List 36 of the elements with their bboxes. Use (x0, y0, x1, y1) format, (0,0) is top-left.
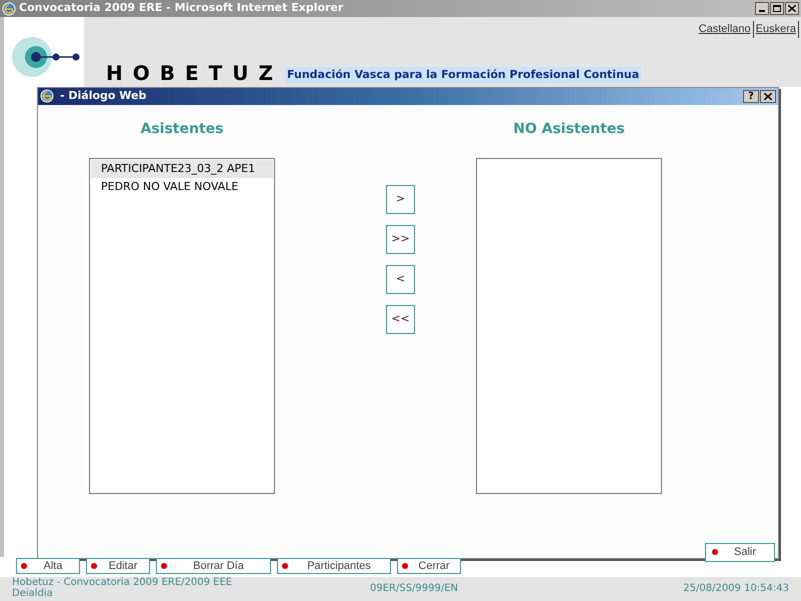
bullet-icon (91, 563, 97, 569)
close-button[interactable] (760, 90, 776, 103)
move-button[interactable]: < (386, 264, 415, 294)
dialog-title: - Diálogo Web (60, 88, 146, 104)
list-heading: NO Asistentes (513, 120, 625, 138)
toolbar-button[interactable]: Editar (86, 558, 150, 574)
move-button[interactable]: > (386, 184, 415, 214)
bullet-icon (282, 563, 288, 569)
maximize-button[interactable] (770, 2, 784, 15)
close-icon (788, 5, 796, 12)
close-icon (764, 92, 772, 100)
minimize-button[interactable] (755, 2, 769, 15)
bullet-icon (402, 563, 408, 569)
toolbar-button[interactable]: Alta (16, 558, 80, 574)
move-button[interactable]: << (386, 304, 415, 334)
move-button[interactable]: >> (386, 224, 415, 254)
language-link[interactable]: Euskera (754, 21, 799, 38)
status-text: 25/08/2009 10:54:43 (683, 583, 789, 594)
close-button[interactable] (785, 2, 799, 15)
tagline: Fundación Vasca para la Formación Profesional Continua (285, 66, 642, 83)
bullet-icon (21, 563, 27, 569)
list-box[interactable]: PARTICIPANTE23_03_2 APE1 PEDRO NO VALE NOVALE (89, 158, 275, 494)
toolbar-button[interactable]: Participantes (277, 558, 391, 574)
list-heading: Asistentes (140, 120, 224, 138)
bullet-icon (712, 549, 718, 555)
help-button[interactable]: ? (743, 90, 759, 103)
logo-text: HOBETUZ (106, 63, 284, 83)
status-text: 09ER/SS/9999/EN (370, 583, 458, 594)
language-link[interactable]: Castellano (696, 21, 754, 38)
list-item[interactable]: PARTICIPANTE23_03_2 APE1 (91, 160, 273, 178)
toolbar-button[interactable]: Borrar Día (156, 558, 271, 574)
toolbar-button[interactable]: Cerrar (397, 558, 461, 574)
bullet-icon (161, 563, 167, 569)
window-title: Convocatoria 2009 ERE - Microsoft Internet Explorer (19, 0, 344, 16)
status-text: Hobetuz - Convocatoria 2009 ERE/2009 EEE Deialdia (12, 577, 234, 599)
exit-button[interactable]: Salir (705, 542, 775, 562)
